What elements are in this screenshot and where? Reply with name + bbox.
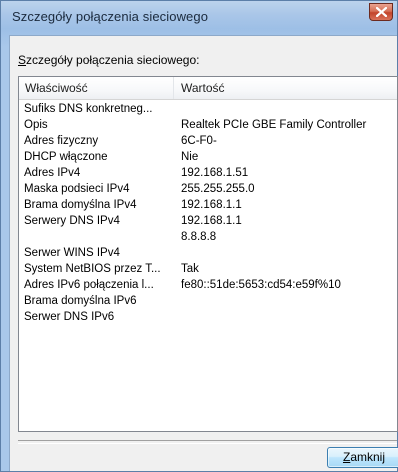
footer-divider [18, 440, 397, 444]
list-item[interactable]: Adres IPv6 połączenia l... fe80::51de:565… [19, 278, 397, 294]
property-cell: Adres fizyczny [24, 135, 99, 147]
details-list[interactable]: Właściwość Wartość Sufiks DNS konkretneg… [18, 76, 398, 432]
property-cell: Adres IPv6 połączenia l... [24, 279, 154, 291]
property-cell: Serwery DNS IPv4 [24, 215, 120, 227]
property-cell: Brama domyślna IPv4 [24, 199, 137, 211]
list-item[interactable]: 8.8.8.8 [19, 230, 397, 246]
close-x-icon [376, 7, 387, 17]
property-cell: Opis [24, 119, 48, 131]
list-header: Właściwość Wartość [19, 77, 397, 100]
column-header-property[interactable]: Właściwość [25, 81, 88, 95]
list-item[interactable]: Brama domyślna IPv6 [19, 294, 397, 310]
value-cell: Realtek PCIe GBE Family Controller [181, 119, 367, 131]
value-cell: 192.168.1.1 [181, 199, 242, 211]
value-cell: 8.8.8.8 [181, 231, 217, 243]
column-separator[interactable] [173, 77, 174, 99]
value-cell: 255.255.255.0 [181, 183, 255, 195]
list-item[interactable]: System NetBIOS przez T... Tak [19, 262, 397, 278]
title-close-button[interactable] [369, 3, 393, 21]
close-dialog-button[interactable]: Zamknij [327, 447, 398, 468]
list-rows: Sufiks DNS konkretneg... Opis Realtek PCI… [19, 102, 397, 326]
caption-text: zczegóły połączenia sieciowego: [26, 53, 200, 67]
caption-accelerator: S [18, 53, 27, 67]
value-cell: fe80::51de:5653:cd54:e59f%10 [181, 279, 341, 291]
property-cell: System NetBIOS przez T... [24, 263, 161, 275]
column-header-value[interactable]: Wartość [181, 81, 225, 95]
dialog-client-area: Szczegóły połączenia sieciowego: Właściw… [9, 35, 398, 471]
close-label: amknij [350, 450, 386, 464]
value-cell: Nie [181, 151, 199, 163]
list-item[interactable]: Opis Realtek PCIe GBE Family Controller [19, 118, 397, 134]
property-cell: Sufiks DNS konkretneg... [24, 103, 153, 115]
property-cell: DHCP włączone [24, 151, 108, 163]
list-item[interactable]: DHCP włączone Nie [19, 150, 397, 166]
list-item[interactable]: Serwer WINS IPv4 [19, 246, 397, 262]
list-item[interactable]: Sufiks DNS konkretneg... [19, 102, 397, 118]
property-cell: Brama domyślna IPv6 [24, 295, 137, 307]
list-item[interactable]: Adres fizyczny 6C-F0- [19, 134, 397, 150]
list-item[interactable]: Adres IPv4 192.168.1.51 [19, 166, 397, 182]
list-item[interactable]: Maska podsieci IPv4 255.255.255.0 [19, 182, 397, 198]
value-cell: 6C-F0- [181, 135, 217, 147]
window-title: Szczegóły połączenia sieciowego [12, 9, 209, 24]
value-cell: 192.168.1.1 [181, 215, 242, 227]
list-item[interactable]: Brama domyślna IPv4 192.168.1.1 [19, 198, 397, 214]
property-cell: Serwer DNS IPv6 [24, 311, 115, 323]
value-cell: Tak [181, 263, 199, 275]
property-cell: Adres IPv4 [24, 167, 81, 179]
value-cell: 192.168.1.51 [181, 167, 249, 179]
details-caption: Szczegóły połączenia sieciowego: [18, 53, 199, 67]
dialog-window: Szczegóły połączenia sieciowego Szczegół… [0, 0, 398, 472]
property-cell: Serwer WINS IPv4 [24, 247, 120, 259]
title-bar[interactable]: Szczegóły połączenia sieciowego [1, 1, 397, 35]
list-item[interactable]: Serwer DNS IPv6 [19, 310, 397, 326]
list-item[interactable]: Serwery DNS IPv4 192.168.1.1 [19, 214, 397, 230]
property-cell: Maska podsieci IPv4 [24, 183, 130, 195]
